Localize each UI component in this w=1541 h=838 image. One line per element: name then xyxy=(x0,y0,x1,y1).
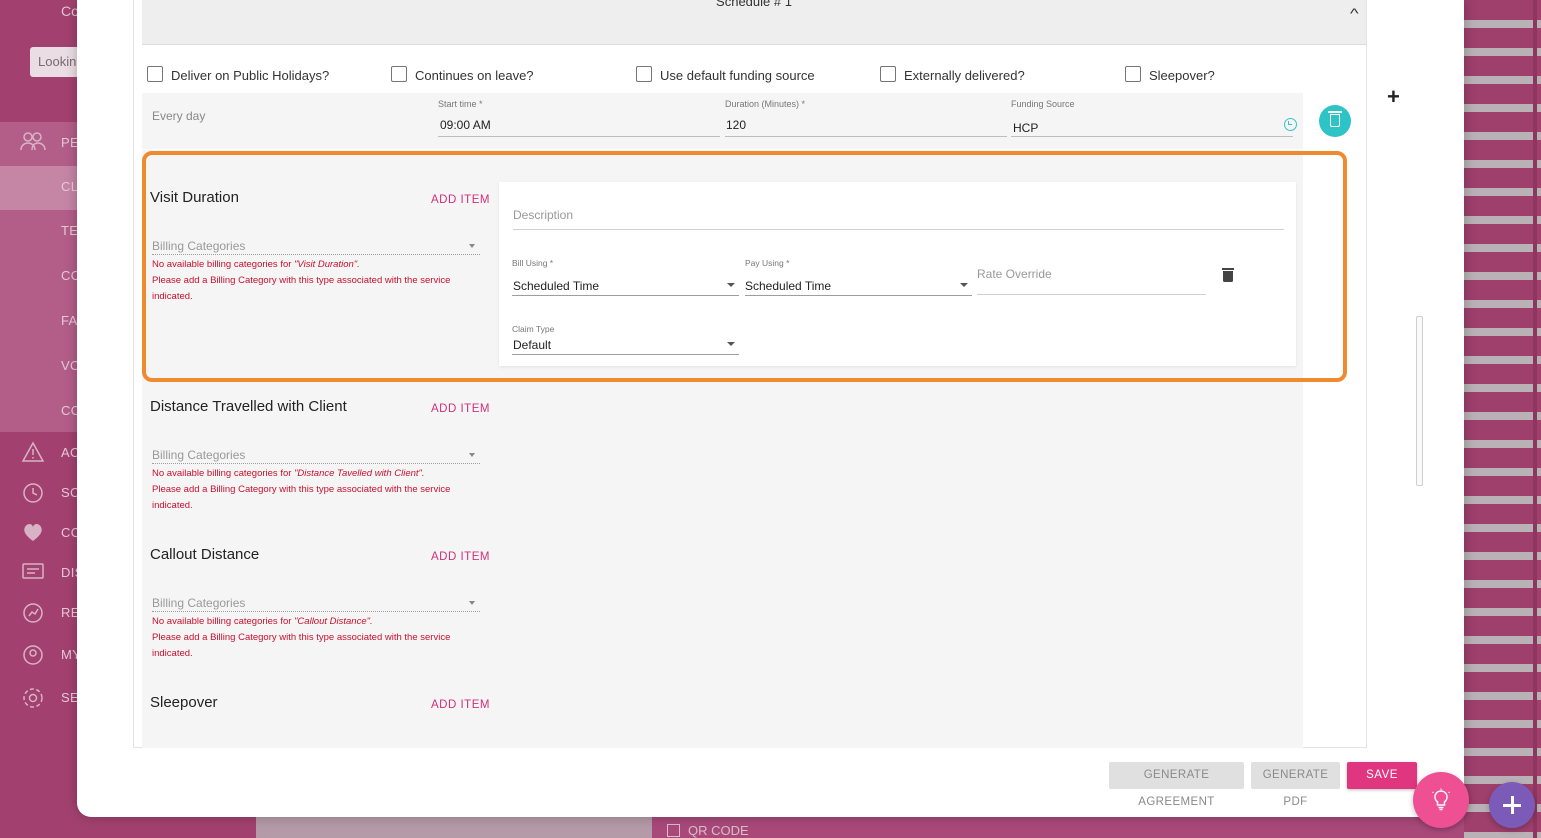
background-striped-panel xyxy=(1464,0,1541,838)
add-schedule-button[interactable]: + xyxy=(1387,84,1400,110)
caret-down-icon xyxy=(469,244,475,248)
rate-override-input[interactable]: Rate Override xyxy=(977,267,1206,295)
chevron-up-icon[interactable]: ^ xyxy=(1350,5,1359,21)
section-title-sleepover: Sleepover xyxy=(150,694,218,711)
background-card xyxy=(256,816,652,838)
scrollbar[interactable] xyxy=(1416,316,1423,486)
trash-icon xyxy=(1328,111,1342,127)
background-nav-label: FA xyxy=(61,313,78,328)
message-icon xyxy=(20,561,46,585)
tips-button[interactable] xyxy=(1413,772,1469,828)
billing-sections: Visit Duration ADD ITEM Billing Categori… xyxy=(142,150,1303,748)
settings-icon xyxy=(20,686,46,710)
schedule-modal: Schedule # 1 ^ Deliver on Public Holiday… xyxy=(77,0,1464,817)
account-icon xyxy=(20,643,46,667)
clock-icon[interactable] xyxy=(1284,118,1297,131)
caret-down-icon xyxy=(960,283,968,287)
heart-icon xyxy=(20,521,46,545)
schedule-row: Every day Start time * 09:00 AM Duration… xyxy=(142,93,1303,149)
claim-type-select[interactable]: Default xyxy=(513,338,551,352)
callout-distance-add-item-button[interactable]: ADD ITEM xyxy=(431,551,490,563)
section-title-visit-duration: Visit Duration xyxy=(150,189,239,206)
generate-agreement-button[interactable]: GENERATE AGREEMENT xyxy=(1109,762,1244,808)
bill-using-label: Bill Using * xyxy=(512,258,554,268)
frequency-text: Every day xyxy=(152,109,206,123)
distance-travelled-billing-select[interactable]: Billing Categories xyxy=(152,448,480,464)
schedule-options: Deliver on Public Holidays? Continues on… xyxy=(147,64,1367,86)
caret-down-icon xyxy=(727,283,735,287)
visit-duration-add-item-button[interactable]: ADD ITEM xyxy=(431,194,490,206)
duration-underline xyxy=(725,136,1007,137)
pay-using-select[interactable]: Scheduled Time xyxy=(745,279,831,293)
caret-down-icon xyxy=(469,453,475,457)
reports-icon xyxy=(20,601,46,625)
callout-distance-error: No available billing categories for "Cal… xyxy=(152,616,451,659)
distance-travelled-add-item-button[interactable]: ADD ITEM xyxy=(431,403,490,415)
delete-schedule-button[interactable] xyxy=(1319,105,1351,137)
visit-duration-billing-select[interactable]: Billing Categories xyxy=(152,239,480,255)
lightbulb-icon xyxy=(1432,788,1450,811)
background-nav-label: CL xyxy=(61,179,79,194)
caret-down-icon xyxy=(469,601,475,605)
funding-source-select[interactable]: HCP xyxy=(1013,121,1038,135)
claim-type-label: Claim Type xyxy=(512,324,555,334)
visit-duration-item-card: Description Bill Using * Scheduled Time … xyxy=(499,182,1296,366)
start-time-underline xyxy=(438,136,720,137)
sleepover-add-item-button[interactable]: ADD ITEM xyxy=(431,699,490,711)
schedule-icon xyxy=(20,481,46,505)
trash-icon[interactable] xyxy=(1222,268,1234,282)
section-title-callout-distance: Callout Distance xyxy=(150,546,260,563)
schedule-title: Schedule # 1 xyxy=(716,0,792,9)
callout-distance-billing-select[interactable]: Billing Categories xyxy=(152,596,480,612)
start-time-input[interactable]: 09:00 AM xyxy=(440,118,491,132)
section-title-distance-travelled: Distance Travelled with Client xyxy=(150,398,347,415)
description-input[interactable]: Description xyxy=(513,201,1284,230)
pay-using-underline xyxy=(745,295,972,296)
distance-travelled-error: No available billing categories for "Dis… xyxy=(152,468,451,511)
add-fab-button[interactable] xyxy=(1489,782,1535,828)
funding-source-label: Funding Source xyxy=(1011,99,1075,109)
background-card xyxy=(652,816,1464,838)
bill-using-underline xyxy=(512,295,739,296)
warning-icon xyxy=(20,441,46,465)
start-time-label: Start time * xyxy=(438,99,483,109)
pay-using-label: Pay Using * xyxy=(745,258,790,268)
visit-duration-error: No available billing categories for "Vis… xyxy=(152,259,451,302)
generate-pdf-button[interactable]: GENERATE PDF xyxy=(1251,762,1340,808)
background-qr-code-option: QR CODE xyxy=(667,823,749,838)
claim-type-underline xyxy=(512,354,739,355)
caret-down-icon xyxy=(727,342,735,346)
save-button[interactable]: SAVE xyxy=(1347,762,1417,789)
background-nav-label: TE xyxy=(61,223,79,238)
duration-label: Duration (Minutes) * xyxy=(725,99,806,109)
duration-input[interactable]: 120 xyxy=(726,118,746,132)
funding-source-underline xyxy=(1011,136,1293,137)
bill-using-select[interactable]: Scheduled Time xyxy=(513,279,599,293)
people-icon xyxy=(20,131,46,155)
schedule-header[interactable]: Schedule # 1 ^ xyxy=(142,0,1366,45)
